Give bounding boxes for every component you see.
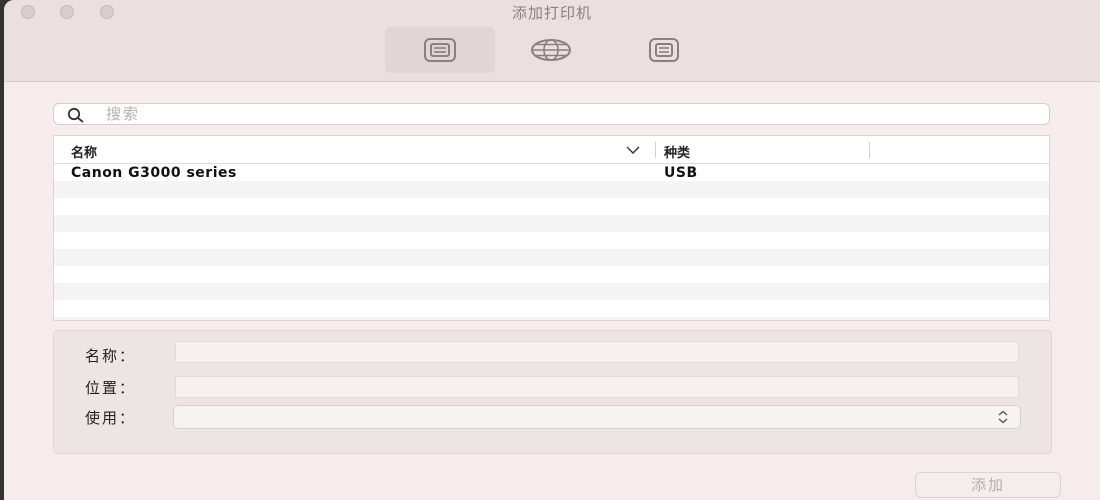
- table-row[interactable]: Canon G3000 series USB: [54, 164, 1049, 181]
- empty-row: [54, 181, 1049, 198]
- empty-row: [54, 266, 1049, 283]
- column-divider[interactable]: [869, 142, 870, 158]
- empty-row: [54, 198, 1049, 215]
- location-label: 位置：: [85, 379, 137, 397]
- name-label: 名称：: [85, 347, 137, 365]
- column-header-name[interactable]: 名称: [71, 142, 97, 161]
- printer-name-cell: Canon G3000 series: [71, 165, 237, 181]
- location-field[interactable]: [175, 376, 1019, 398]
- printer-list: 名称 种类 Canon G3000 series USB: [53, 135, 1050, 321]
- tab-default[interactable]: [385, 27, 495, 73]
- tab-windows[interactable]: [609, 27, 719, 73]
- default-printer-icon: [424, 38, 456, 62]
- add-button[interactable]: 添加: [915, 472, 1061, 498]
- sort-chevron-down-icon[interactable]: [626, 146, 640, 154]
- printer-kind-cell: USB: [664, 165, 698, 181]
- tab-ip[interactable]: [496, 27, 606, 73]
- column-header-kind[interactable]: 种类: [664, 142, 690, 161]
- up-down-chevron-icon: [998, 410, 1008, 424]
- empty-row: [54, 300, 1049, 317]
- empty-row: [54, 215, 1049, 232]
- table-header: 名称 种类: [54, 136, 1049, 164]
- search-input[interactable]: [106, 104, 1006, 124]
- empty-row: [54, 283, 1049, 300]
- empty-row: [54, 249, 1049, 266]
- titlebar: 添加打印机: [4, 0, 1100, 82]
- search-icon: [67, 107, 84, 123]
- name-field[interactable]: [175, 341, 1019, 363]
- use-driver-select[interactable]: [173, 405, 1021, 429]
- ip-globe-icon: [531, 39, 571, 61]
- add-printer-window: 添加打印机 搜索 名称 种类 Canon G3000 series USB 名称…: [4, 0, 1100, 500]
- column-divider[interactable]: [655, 142, 656, 158]
- empty-row: [54, 317, 1049, 320]
- use-label: 使用：: [85, 409, 137, 427]
- printer-details-form: 名称： 位置： 使用：: [53, 330, 1052, 454]
- empty-row: [54, 232, 1049, 249]
- windows-printer-icon: [649, 38, 679, 62]
- window-title: 添加打印机: [511, 4, 592, 22]
- search-field[interactable]: [53, 103, 1050, 125]
